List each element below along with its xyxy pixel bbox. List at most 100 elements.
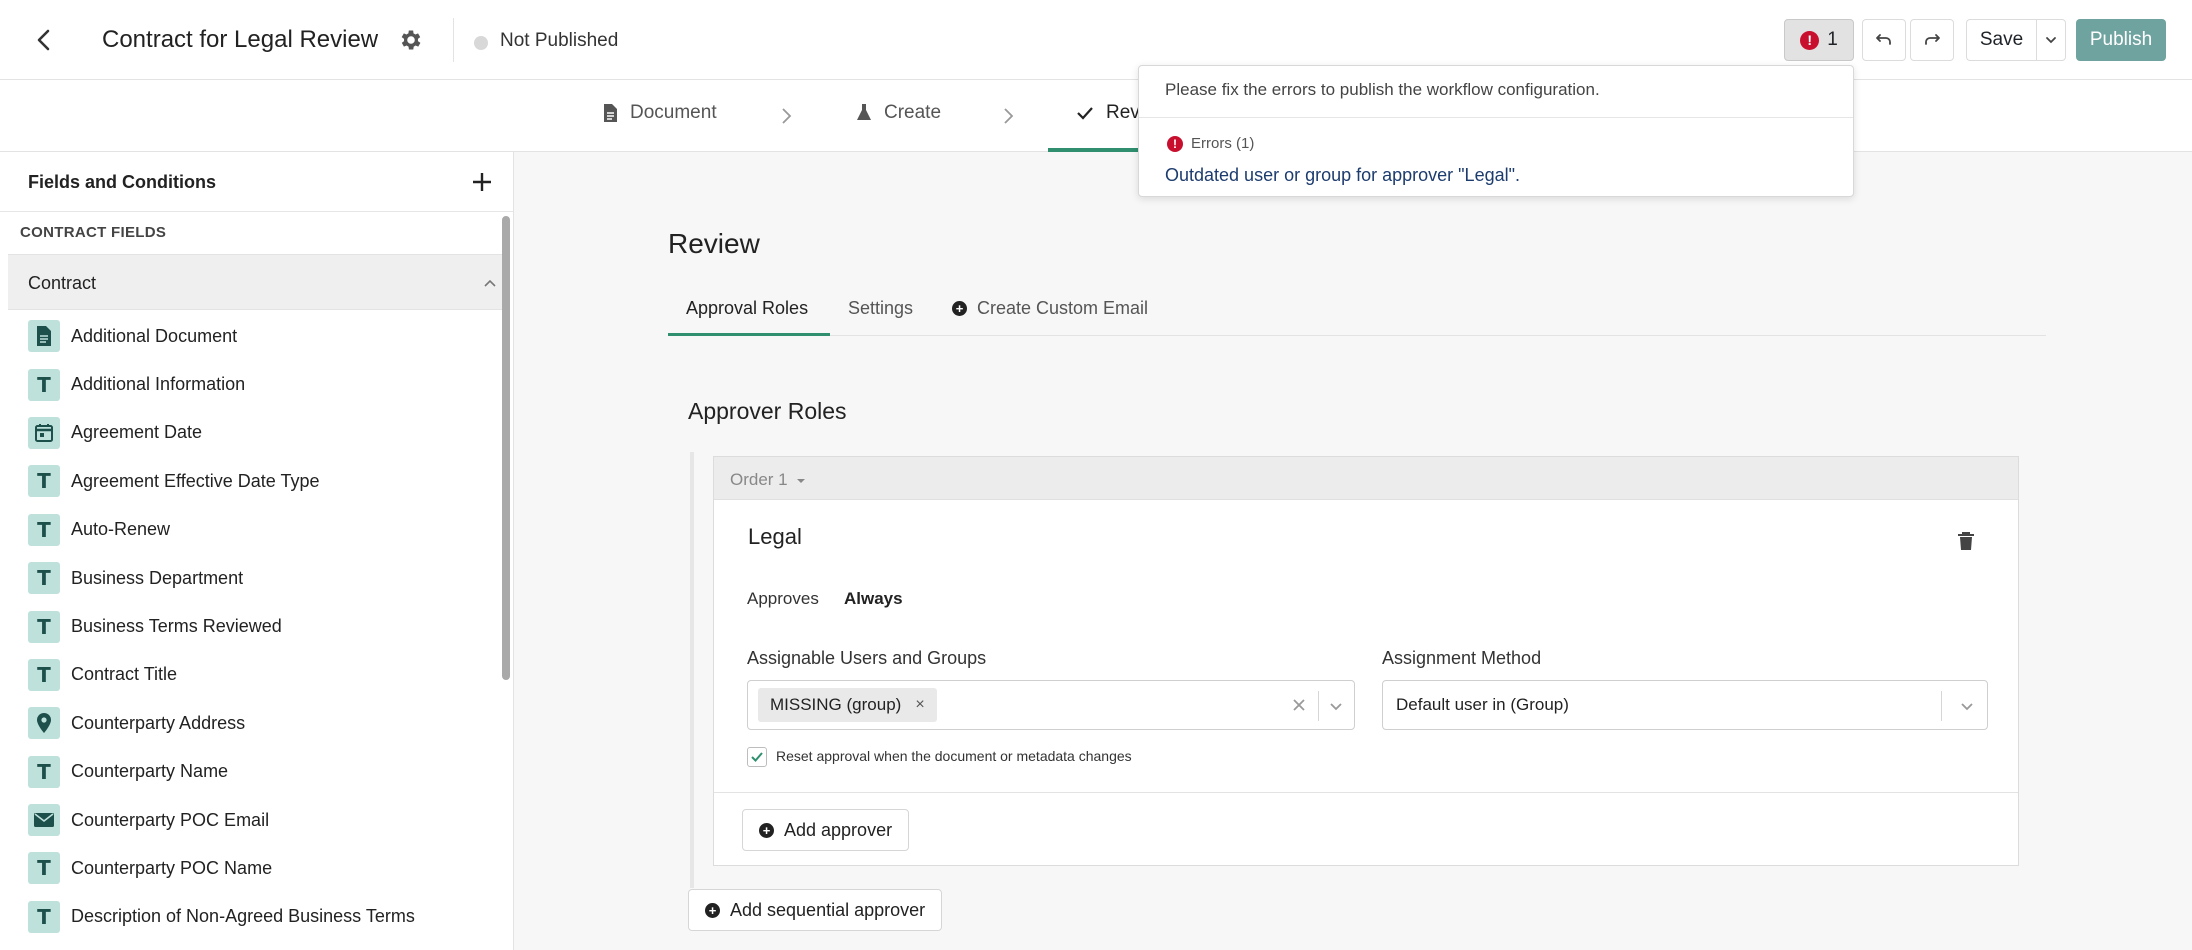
chevron-down-icon — [2046, 37, 2056, 44]
errors-count-label: Errors (1) — [1191, 135, 1255, 152]
field-label: Agreement Date — [71, 422, 203, 443]
assignment-method-select[interactable]: Default user in (Group) — [1382, 680, 1988, 730]
plus-circle-icon: + — [705, 902, 720, 918]
chevron-down-icon[interactable] — [1957, 696, 1977, 716]
clear-icon[interactable] — [1289, 695, 1309, 715]
text-icon: T — [28, 610, 60, 643]
errors-popover: Please fix the errors to publish the wor… — [1138, 65, 1854, 197]
step-create[interactable]: Create — [856, 102, 941, 124]
save-button[interactable]: Save — [1966, 19, 2036, 61]
caret-down-icon — [797, 479, 806, 483]
field-label: Counterparty Name — [71, 761, 229, 782]
page-title: Review — [668, 228, 760, 259]
sidebar-scrollbar[interactable] — [502, 216, 510, 680]
status-indicator — [474, 36, 488, 50]
add-field-icon[interactable] — [468, 168, 496, 196]
gear-icon[interactable] — [398, 27, 424, 53]
chevron-right-icon — [1004, 108, 1014, 124]
error-count: 1 — [1827, 29, 1838, 50]
step-label: Document — [630, 102, 717, 123]
text-icon: T — [28, 852, 60, 885]
field-item[interactable]: T Business Department — [0, 554, 500, 602]
plus-circle-icon: + — [759, 822, 774, 838]
add-approver-button[interactable]: + Add approver — [742, 809, 910, 851]
field-item[interactable]: Additional Document — [0, 312, 500, 360]
tab-approval-roles[interactable]: Approval Roles — [686, 298, 808, 319]
field-label: Contract Title — [71, 664, 178, 685]
field-label: Counterparty POC Email — [71, 809, 270, 830]
reset-approval-label: Reset approval when the document or meta… — [776, 748, 1132, 764]
field-label: Additional Information — [71, 374, 246, 395]
plus-circle-icon: + — [952, 301, 967, 316]
divider — [714, 792, 2018, 793]
reset-approval-checkbox[interactable] — [747, 747, 767, 767]
field-item[interactable]: Counterparty POC Email — [0, 796, 500, 844]
trash-icon[interactable] — [1954, 529, 1978, 553]
add-sequential-approver-button[interactable]: + Add sequential approver — [688, 889, 943, 931]
chip-remove-icon[interactable]: × — [915, 696, 924, 714]
order-label: Order 1 — [730, 470, 788, 489]
text-icon: T — [28, 513, 60, 546]
errors-button[interactable]: ! 1 — [1784, 19, 1854, 61]
group-label: Contract — [28, 273, 97, 293]
order-dropdown[interactable]: Order 1 — [730, 470, 806, 490]
field-label: Agreement Effective Date Type — [71, 470, 320, 491]
divider — [1139, 117, 1853, 118]
popover-message: Please fix the errors to publish the wor… — [1165, 80, 1600, 99]
text-icon: T — [28, 658, 60, 691]
save-options-button[interactable] — [2036, 19, 2066, 61]
text-icon: T — [28, 562, 60, 595]
errors-header: ! Errors (1) — [1167, 135, 1254, 152]
field-item[interactable]: T Additional Information — [0, 360, 500, 408]
button-label: Add approver — [784, 819, 893, 840]
section-header: CONTRACT FIELDS — [20, 224, 167, 241]
tab-settings[interactable]: Settings — [848, 298, 913, 319]
step-document[interactable]: Document — [602, 102, 717, 124]
field-item[interactable]: Counterparty Address — [0, 699, 500, 747]
field-item[interactable]: T Description of Non-Agreed Business Ter… — [0, 893, 500, 941]
location-pin-icon — [28, 707, 60, 740]
chevron-down-icon[interactable] — [1326, 696, 1346, 716]
undo-button[interactable] — [1862, 19, 1906, 61]
text-icon: T — [28, 368, 60, 401]
field-item[interactable]: T Counterparty Name — [0, 748, 500, 796]
error-message-link[interactable]: Outdated user or group for approver "Leg… — [1165, 165, 1520, 186]
redo-button[interactable] — [1910, 19, 1954, 61]
field-item[interactable]: T Contract Title — [0, 651, 500, 699]
sidebar-header: Fields and Conditions — [0, 152, 513, 212]
text-icon: T — [28, 465, 60, 498]
users-field-label: Assignable Users and Groups — [747, 648, 987, 668]
section-title: Approver Roles — [688, 398, 847, 424]
workflow-title: Contract for Legal Review — [102, 26, 379, 53]
sidebar-title: Fields and Conditions — [28, 172, 216, 192]
approves-value: Always — [844, 589, 903, 608]
tab-create-custom-email[interactable]: + Create Custom Email — [952, 298, 1148, 319]
field-label: Description of Non-Agreed Business Terms — [71, 906, 415, 927]
field-label: Business Terms Reviewed — [71, 616, 282, 637]
field-label: Auto-Renew — [71, 519, 171, 540]
button-label: Add sequential approver — [730, 899, 926, 920]
field-item[interactable]: T Counterparty POC Name — [0, 844, 500, 892]
chevron-left-icon — [37, 29, 50, 51]
step-review[interactable]: Revi — [1076, 102, 1144, 124]
users-groups-select[interactable]: MISSING (group) × — [747, 680, 1355, 730]
flask-icon — [857, 104, 871, 120]
field-label: Additional Document — [71, 325, 238, 346]
field-item[interactable]: T Business Terms Reviewed — [0, 602, 500, 650]
document-icon — [28, 320, 60, 353]
field-item[interactable]: Agreement Date — [0, 409, 500, 457]
field-item[interactable]: T Auto-Renew — [0, 506, 500, 554]
back-button[interactable] — [28, 24, 60, 56]
check-icon — [751, 752, 763, 762]
field-item[interactable]: T Agreement Effective Date Type — [0, 457, 500, 505]
publish-button[interactable]: Publish — [2076, 19, 2166, 61]
fields-sidebar: Fields and Conditions CONTRACT FIELDS Co… — [0, 152, 514, 950]
tab-label: Create Custom Email — [977, 298, 1149, 318]
chevron-up-icon — [484, 279, 496, 287]
field-label: Counterparty POC Name — [71, 857, 273, 878]
select-value: Default user in (Group) — [1396, 695, 1569, 714]
field-group-contract[interactable]: Contract — [8, 254, 506, 310]
undo-icon — [1876, 34, 1891, 45]
field-list: Additional Document T Additional Informa… — [0, 312, 500, 941]
divider — [1941, 691, 1942, 721]
